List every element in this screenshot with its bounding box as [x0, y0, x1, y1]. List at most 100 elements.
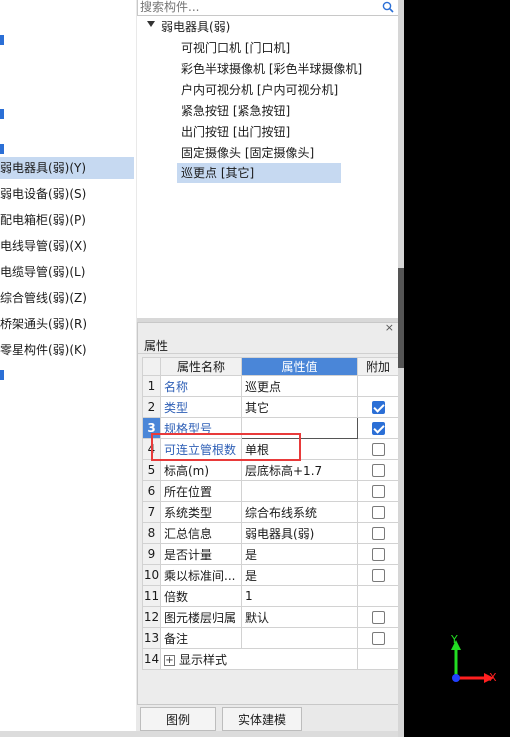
row-number: 8: [142, 522, 161, 544]
property-value[interactable]: 其它: [241, 396, 358, 418]
property-name: + 显示样式: [160, 648, 358, 670]
extra-checkbox[interactable]: [371, 464, 385, 477]
row-number: 5: [142, 459, 161, 481]
extra-cell: [357, 501, 399, 523]
left-item-lingxing-goujian[interactable]: 零星构件(弱)(K): [0, 339, 87, 361]
header-extra: 附加: [357, 357, 399, 376]
property-value[interactable]: 默认: [241, 606, 358, 628]
extra-checkbox[interactable]: [371, 422, 385, 435]
tree-item[interactable]: 彩色半球摄像机 [彩色半球摄像机]: [181, 59, 362, 79]
drawing-viewport[interactable]: [404, 0, 510, 737]
search-box: [137, 0, 399, 16]
left-edge-marker: [0, 370, 4, 380]
table-row[interactable]: 11 倍数 1: [142, 585, 399, 607]
left-item-label: 桥架通头(弱)(R): [0, 317, 88, 331]
table-row[interactable]: 1 名称 巡更点: [142, 375, 399, 397]
extra-checkbox[interactable]: [371, 506, 385, 519]
row-number: 1: [142, 375, 161, 397]
header-property-value: 属性值: [241, 357, 358, 376]
expand-plus-icon[interactable]: +: [164, 654, 175, 666]
property-name: 汇总信息: [160, 522, 242, 544]
table-row[interactable]: 5 标高(m) 层底标高+1.7: [142, 459, 399, 481]
extra-checkbox[interactable]: [371, 443, 385, 456]
left-item-dianlan-daoguan[interactable]: 电缆导管(弱)(L): [0, 261, 85, 283]
row-number: 11: [142, 585, 161, 607]
left-item-peidianxiang[interactable]: 配电箱柜(弱)(P): [0, 209, 86, 231]
tree-item[interactable]: 户内可视分机 [户内可视分机]: [181, 80, 338, 100]
extra-cell: [357, 543, 399, 565]
table-row[interactable]: 8 汇总信息 弱电器具(弱): [142, 522, 399, 544]
left-item-label: 电线导管(弱)(X): [0, 239, 87, 253]
extra-checkbox[interactable]: [371, 548, 385, 561]
legend-button[interactable]: 图例: [140, 707, 216, 731]
row-number: 9: [142, 543, 161, 565]
table-row[interactable]: 10 乘以标准间... 是: [142, 564, 399, 586]
extra-cell: [357, 417, 399, 439]
left-item-zonghe-guanxian[interactable]: 综合管线(弱)(Z): [0, 287, 87, 309]
property-value[interactable]: 巡更点: [241, 375, 358, 397]
extra-checkbox[interactable]: [371, 611, 385, 624]
property-value[interactable]: 层底标高+1.7: [241, 459, 358, 481]
tree-item[interactable]: 固定摄像头 [固定摄像头]: [181, 143, 314, 163]
table-row[interactable]: 9 是否计量 是: [142, 543, 399, 565]
properties-table: 属性名称 属性值 附加 1 名称 巡更点 2 类型 其它 3 规格型号 4 可连…: [142, 357, 399, 670]
table-row[interactable]: 14 + 显示样式: [142, 648, 399, 670]
extra-cell: [357, 438, 399, 460]
search-input[interactable]: [140, 0, 370, 14]
table-row[interactable]: 2 类型 其它: [142, 396, 399, 418]
left-item-label: 弱电设备(弱)(S): [0, 187, 87, 201]
extra-checkbox[interactable]: [371, 569, 385, 582]
table-row[interactable]: 6 所在位置: [142, 480, 399, 502]
header-rownum: [142, 357, 161, 376]
property-value[interactable]: 综合布线系统: [241, 501, 358, 523]
tree-root-node[interactable]: 弱电器具(弱): [161, 17, 230, 37]
extra-checkbox[interactable]: [371, 401, 385, 414]
extra-cell: [357, 522, 399, 544]
left-item-ruodian-shebei[interactable]: 弱电设备(弱)(S): [0, 183, 86, 205]
properties-panel: × 属性 属性名称 属性值 附加 1 名称 巡更点 2 类型 其它 3 规格型号…: [137, 322, 399, 705]
property-name: 可连立管根数: [160, 438, 242, 460]
table-row[interactable]: 7 系统类型 综合布线系统: [142, 501, 399, 523]
tree-item[interactable]: 可视门口机 [门口机]: [181, 38, 290, 58]
collapse-triangle-icon[interactable]: [147, 21, 155, 27]
tree-item[interactable]: 出门按钮 [出门按钮]: [181, 122, 290, 142]
property-value[interactable]: 是: [241, 543, 358, 565]
table-row-current[interactable]: 3 规格型号: [142, 417, 399, 439]
property-name: 类型: [160, 396, 242, 418]
property-value-editor[interactable]: [241, 417, 358, 439]
left-item-ruodian-qiju[interactable]: 弱电器具(弱)(Y): [0, 157, 134, 179]
extra-cell: [357, 585, 399, 607]
extra-cell: [357, 375, 399, 397]
extra-checkbox[interactable]: [371, 485, 385, 498]
extra-cell: [357, 648, 399, 670]
property-value[interactable]: [241, 627, 358, 649]
search-icon[interactable]: [382, 1, 394, 13]
left-edge-marker: [0, 109, 4, 119]
tree-item-selected[interactable]: 巡更点 [其它]: [177, 163, 341, 183]
property-value[interactable]: 弱电器具(弱): [241, 522, 358, 544]
axis-x-label: X: [489, 671, 497, 684]
table-row[interactable]: 4 可连立管根数 单根: [142, 438, 399, 460]
property-value[interactable]: 1: [241, 585, 358, 607]
row-number: 6: [142, 480, 161, 502]
divider: [138, 353, 398, 354]
property-value[interactable]: 单根: [241, 438, 358, 460]
row-number: 3: [142, 417, 161, 439]
property-value[interactable]: [241, 480, 358, 502]
close-icon[interactable]: ×: [385, 322, 394, 333]
table-row[interactable]: 13 备注: [142, 627, 399, 649]
solid-model-button[interactable]: 实体建模: [222, 707, 302, 731]
tree-item[interactable]: 紧急按钮 [紧急按钮]: [181, 101, 290, 121]
extra-checkbox[interactable]: [371, 632, 385, 645]
component-type-list: 弱电器具(弱)(Y) 弱电设备(弱)(S) 配电箱柜(弱)(P) 电线导管(弱)…: [0, 0, 134, 737]
table-row[interactable]: 12 图元楼层归属 默认: [142, 606, 399, 628]
extra-cell: [357, 564, 399, 586]
extra-checkbox[interactable]: [371, 527, 385, 540]
left-item-dianxian-daoguan[interactable]: 电线导管(弱)(X): [0, 235, 87, 257]
property-name: 所在位置: [160, 480, 242, 502]
property-value[interactable]: 是: [241, 564, 358, 586]
row-number: 4: [142, 438, 161, 460]
axis-y-label: Y: [451, 633, 458, 646]
property-name: 标高(m): [160, 459, 242, 481]
left-item-qiaojia-tongtou[interactable]: 桥架通头(弱)(R): [0, 313, 87, 335]
